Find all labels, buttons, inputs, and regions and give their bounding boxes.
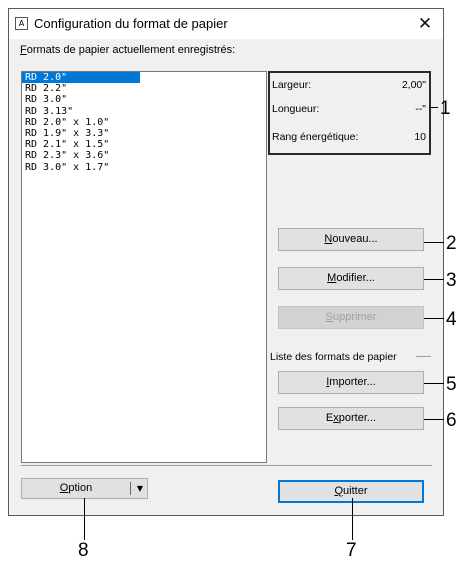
option-button-label[interactable]: Option: [22, 479, 130, 498]
list-item[interactable]: RD 3.13": [22, 106, 266, 117]
delete-button[interactable]: Supprimer: [278, 306, 424, 329]
quit-button[interactable]: Quitter: [278, 480, 424, 503]
list-item[interactable]: RD 2.0" x 1.0": [22, 117, 266, 128]
formats-listbox[interactable]: RD 2.0" RD 2.2" RD 3.0" RD 3.13" RD 2.0"…: [21, 71, 267, 463]
window-title: Configuration du format de papier: [34, 16, 228, 31]
callout-number-3: 3: [446, 270, 457, 291]
modify-accesskey: M: [327, 272, 337, 284]
callout-line-8: [84, 498, 85, 540]
app-icon: A: [15, 17, 28, 30]
delete-label: upprimer: [332, 311, 377, 323]
format-info-panel: Largeur: 2,00" Longueur: --" Rang énergé…: [268, 71, 431, 155]
callout-number-6: 6: [446, 410, 457, 431]
list-item[interactable]: RD 3.0": [22, 94, 266, 105]
length-value: --": [415, 103, 426, 115]
callout-number-1: 1: [440, 98, 451, 119]
callout-line-6: [424, 419, 444, 420]
width-label: Largeur:: [272, 79, 312, 91]
new-label: ouveau...: [332, 233, 378, 245]
paper-format-dialog: A Configuration du format de papier ✕ Fo…: [8, 8, 444, 516]
export-button[interactable]: Exporter...: [278, 407, 424, 430]
paper-list-group-label: Liste des formats de papier: [270, 351, 397, 363]
callout-line-7: [352, 498, 353, 540]
length-label: Longueur:: [272, 103, 320, 115]
callout-number-4: 4: [446, 309, 457, 330]
energy-value: 10: [414, 131, 426, 143]
close-icon[interactable]: ✕: [413, 12, 437, 36]
caption-text: ormats de papier actuellement enregistré…: [26, 44, 236, 56]
callout-number-8: 8: [78, 540, 89, 561]
quit-label: uitter: [343, 485, 368, 497]
option-split-button[interactable]: Option ▼: [21, 478, 148, 499]
split-divider: [130, 482, 131, 495]
formats-list-caption: Formats de papier actuellement enregistr…: [20, 44, 235, 56]
callout-line-1: [429, 107, 438, 108]
list-item[interactable]: RD 3.0" x 1.7": [22, 162, 266, 173]
list-item[interactable]: RD 2.1" x 1.5": [22, 139, 266, 150]
list-item[interactable]: RD 2.3" x 3.6": [22, 150, 266, 161]
callout-number-2: 2: [446, 233, 457, 254]
callout-line-2: [424, 242, 444, 243]
bottom-separator: [21, 465, 432, 466]
list-item[interactable]: RD 2.2": [22, 83, 266, 94]
caption-accesskey: F: [20, 44, 27, 56]
chevron-down-icon[interactable]: ▼: [133, 479, 147, 498]
export-label: porter...: [338, 412, 377, 424]
delete-accesskey: S: [325, 311, 333, 323]
callout-number-5: 5: [446, 374, 457, 395]
callout-number-7: 7: [346, 540, 357, 561]
list-item[interactable]: RD 2.0": [22, 72, 140, 84]
group-divider: [416, 356, 431, 357]
modify-button[interactable]: Modifier...: [278, 267, 424, 290]
new-button[interactable]: Nouveau...: [278, 228, 424, 251]
callout-line-4: [424, 318, 444, 319]
width-value: 2,00": [401, 79, 426, 91]
energy-label: Rang énergétique:: [272, 131, 359, 143]
callout-line-5: [424, 383, 444, 384]
callout-line-3: [424, 279, 444, 280]
option-label-text: ption: [68, 482, 93, 494]
quit-accesskey: Q: [334, 485, 344, 497]
title-bar[interactable]: A Configuration du format de papier ✕: [9, 9, 443, 39]
import-label: mporter...: [329, 376, 376, 388]
modify-label: odifier...: [336, 272, 375, 284]
list-item[interactable]: RD 1.9" x 3.3": [22, 128, 266, 139]
import-button[interactable]: Importer...: [278, 371, 424, 394]
